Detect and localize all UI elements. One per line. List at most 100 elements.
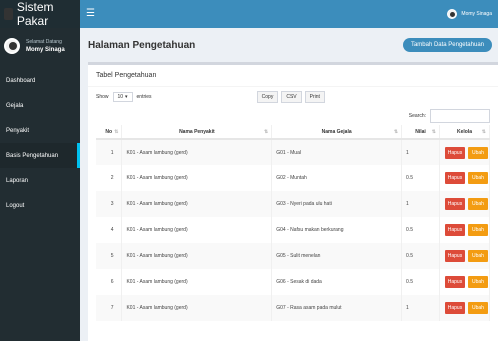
cell-gejala: G07 - Rasa asam pada mulut xyxy=(271,295,403,321)
edit-button[interactable]: Ubah xyxy=(467,250,488,262)
cell-actions: Hapus Ubah xyxy=(439,139,491,165)
cell-actions: Hapus Ubah xyxy=(439,165,491,191)
edit-button[interactable]: Ubah xyxy=(467,302,488,314)
table-row: 4 K01 - Asam lambung (gerd) G04 - Nafsu … xyxy=(96,217,491,243)
top-user-menu[interactable]: Momy Sinaga xyxy=(447,9,492,19)
cell-nilai: 1 xyxy=(401,191,440,217)
delete-button[interactable]: Hapus xyxy=(444,250,465,262)
cell-penyakit: K01 - Asam lambung (gerd) xyxy=(121,165,273,191)
table-row: 7 K01 - Asam lambung (gerd) G07 - Rasa a… xyxy=(96,295,491,321)
cell-actions: Hapus Ubah xyxy=(439,217,491,243)
cell-actions: Hapus Ubah xyxy=(439,191,491,217)
sort-icon: ⇅ xyxy=(431,129,436,135)
cell-nilai: 1 xyxy=(401,295,440,321)
cell-no: 2 xyxy=(96,165,123,191)
table-row: 3 K01 - Asam lambung (gerd) G03 - Nyeri … xyxy=(96,191,491,217)
search-row: Search: xyxy=(88,107,498,125)
cell-no: 1 xyxy=(96,139,123,165)
cell-actions: Hapus Ubah xyxy=(439,243,491,269)
cell-penyakit: K01 - Asam lambung (gerd) xyxy=(121,295,273,321)
cell-gejala: G02 - Muntah xyxy=(271,165,403,191)
avatar xyxy=(4,38,20,54)
sidebar-item-basis-pengetahuan[interactable]: Basis Pengetahuan xyxy=(0,143,80,168)
copy-button[interactable]: Copy xyxy=(256,91,279,103)
box-title: Tabel Pengetahuan xyxy=(88,65,498,87)
cell-gejala: G03 - Nyeri pada ulu hati xyxy=(271,191,403,217)
edit-button[interactable]: Ubah xyxy=(467,146,488,159)
cell-gejala: G01 - Mual xyxy=(271,139,403,165)
cell-gejala: G05 - Sulit menelan xyxy=(271,243,403,269)
user-name: Momy Sinaga xyxy=(26,47,65,53)
sort-icon: ⇅ xyxy=(264,129,269,135)
col-no[interactable]: No ⇅ xyxy=(96,125,123,140)
cell-nilai: 0.5 xyxy=(401,165,440,191)
sidebar-item-gejala[interactable]: Gejala xyxy=(0,93,80,118)
cell-gejala: G06 - Sesak di dada xyxy=(271,269,403,295)
cell-no: 6 xyxy=(96,269,123,295)
export-buttons: Copy CSV Print xyxy=(256,91,325,103)
cell-no: 7 xyxy=(96,295,123,321)
col-nama-penyakit[interactable]: Nama Penyakit ⇅ xyxy=(121,125,273,140)
cell-nilai: 0.5 xyxy=(401,217,440,243)
cell-nilai: 0.5 xyxy=(401,269,440,295)
table-body: 1 K01 - Asam lambung (gerd) G01 - Mual 1… xyxy=(96,139,491,321)
entries-length: Show 10 ▾ entries xyxy=(96,92,152,102)
cell-no: 4 xyxy=(96,217,123,243)
cell-penyakit: K01 - Asam lambung (gerd) xyxy=(121,191,273,217)
topbar: ☰ Momy Sinaga xyxy=(80,0,498,28)
sidebar-item-laporan[interactable]: Laporan xyxy=(0,168,80,193)
edit-button[interactable]: Ubah xyxy=(467,276,488,288)
knowledge-table: No ⇅ Nama Penyakit ⇅ Nama Gejala ⇅ Nilai ⇅ K… xyxy=(96,125,491,321)
search-label: Search: xyxy=(408,113,426,119)
cell-penyakit: K01 - Asam lambung (gerd) xyxy=(121,243,273,269)
delete-button[interactable]: Hapus xyxy=(444,198,465,210)
col-kelola[interactable]: Kelola ⇅ xyxy=(439,125,491,140)
sidebar: Sistem Pakar Selamat Datang Momy Sinaga … xyxy=(0,0,80,341)
cell-actions: Hapus Ubah xyxy=(439,269,491,295)
delete-button[interactable]: Hapus xyxy=(444,172,465,184)
col-nilai[interactable]: Nilai ⇅ xyxy=(401,125,440,140)
cell-no: 5 xyxy=(96,243,123,269)
content-header: Halaman Pengetahuan Tambah Data Pengetah… xyxy=(80,28,498,62)
table-row: 1 K01 - Asam lambung (gerd) G01 - Mual 1… xyxy=(96,139,491,165)
table-controls: Show 10 ▾ entries Copy CSV Print xyxy=(88,87,498,107)
table-row: 2 K01 - Asam lambung (gerd) G02 - Muntah… xyxy=(96,165,491,191)
print-button[interactable]: Print xyxy=(304,91,325,103)
main-content: Halaman Pengetahuan Tambah Data Pengetah… xyxy=(80,28,498,341)
top-avatar xyxy=(447,9,458,19)
page-title: Halaman Pengetahuan xyxy=(88,39,196,51)
chevron-down-icon: ▾ xyxy=(125,94,128,100)
cell-gejala: G04 - Nafsu makan berkurang xyxy=(271,217,403,243)
sort-icon: ⇅ xyxy=(114,129,119,135)
delete-button[interactable]: Hapus xyxy=(444,146,465,159)
cell-penyakit: K01 - Asam lambung (gerd) xyxy=(121,217,273,243)
edit-button[interactable]: Ubah xyxy=(467,172,488,184)
table-row: 6 K01 - Asam lambung (gerd) G06 - Sesak … xyxy=(96,269,491,295)
brand[interactable]: Sistem Pakar xyxy=(0,0,80,28)
sort-icon: ⇅ xyxy=(393,129,399,135)
col-nama-gejala[interactable]: Nama Gejala ⇅ xyxy=(271,125,403,140)
csv-button[interactable]: CSV xyxy=(281,91,302,103)
edit-button[interactable]: Ubah xyxy=(467,224,488,236)
search-input[interactable] xyxy=(430,109,490,123)
table-row: 5 K01 - Asam lambung (gerd) G05 - Sulit … xyxy=(96,243,491,269)
sidebar-item-dashboard[interactable]: Dashboard xyxy=(0,68,80,93)
sidebar-item-penyakit[interactable]: Penyakit xyxy=(0,118,80,143)
app-title: Sistem Pakar xyxy=(16,0,54,28)
entries-value: 10 xyxy=(117,94,124,100)
cell-penyakit: K01 - Asam lambung (gerd) xyxy=(121,139,273,165)
menu-toggle-icon[interactable]: ☰ xyxy=(86,9,95,19)
edit-button[interactable]: Ubah xyxy=(467,198,488,210)
delete-button[interactable]: Hapus xyxy=(444,276,465,288)
cell-penyakit: K01 - Asam lambung (gerd) xyxy=(121,269,273,295)
knowledge-box: Tabel Pengetahuan Show 10 ▾ entries Copy… xyxy=(88,62,498,341)
cell-nilai: 0.5 xyxy=(401,243,440,269)
sidebar-item-logout[interactable]: Logout xyxy=(0,193,80,218)
entries-select[interactable]: 10 ▾ xyxy=(112,92,133,102)
delete-button[interactable]: Hapus xyxy=(444,302,465,314)
cell-no: 3 xyxy=(96,191,123,217)
add-knowledge-button[interactable]: Tambah Data Pengetahuan xyxy=(402,38,492,52)
delete-button[interactable]: Hapus xyxy=(444,224,465,236)
show-label: Show xyxy=(96,94,109,100)
user-greeting: Selamat Datang xyxy=(26,39,62,45)
